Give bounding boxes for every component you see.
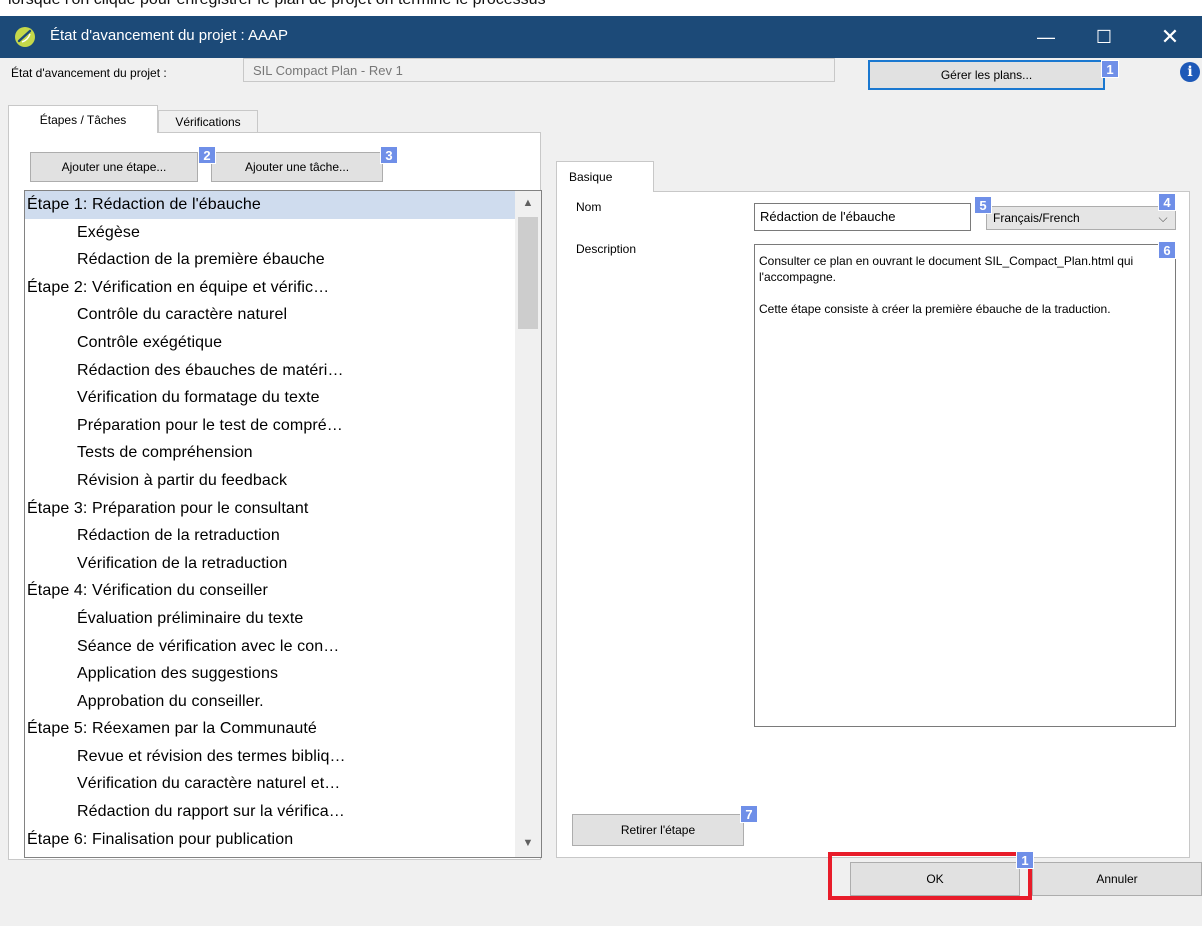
list-item-task[interactable]: Évaluation préliminaire du texte [25, 605, 515, 633]
add-task-button[interactable]: Ajouter une tâche... [211, 152, 383, 182]
step-badge-4: 4 [1158, 193, 1176, 211]
manage-plans-button[interactable]: Gérer les plans... [868, 60, 1105, 90]
list-item-task[interactable]: Révision à partir du feedback [25, 467, 515, 495]
info-icon[interactable]: i [1180, 62, 1200, 82]
list-item-task[interactable]: Contrôle du caractère naturel [25, 301, 515, 329]
remove-step-button[interactable]: Retirer l'étape [572, 814, 744, 846]
title-bar: État d'avancement du projet : AAAP — ☐ ✕ [0, 16, 1202, 58]
instruction-text-partial: lorsque l'on clique pour enregistrer le … [8, 0, 546, 9]
scroll-down-icon[interactable]: ▼ [515, 831, 541, 855]
list-item-step[interactable]: Étape 1: Rédaction de l'ébauche [25, 191, 515, 219]
list-item-task[interactable]: Vérification de la retraduction [25, 550, 515, 578]
tab-basic[interactable]: Basique [556, 161, 654, 192]
list-item-task[interactable]: Vérification du caractère naturel et… [25, 770, 515, 798]
description-label: Description [576, 242, 637, 256]
list-item-task[interactable]: Exégèse [25, 219, 515, 247]
step-badge-5: 5 [974, 196, 992, 214]
list-item-task[interactable]: Rédaction de la première ébauche [25, 246, 515, 274]
list-item-task[interactable]: Rédaction des ébauches de matéri… [25, 357, 515, 385]
list-item-step[interactable]: Étape 5: Réexamen par la Communauté [25, 715, 515, 743]
step-badge-6: 6 [1158, 241, 1176, 259]
list-item-task[interactable]: Rédaction de la retraduction [25, 522, 515, 550]
list-item-task[interactable]: Application des suggestions [25, 660, 515, 688]
app-logo-icon [14, 26, 36, 48]
steps-tasks-list[interactable]: Étape 1: Rédaction de l'ébauche Exégèse Ré… [24, 190, 542, 858]
minimize-button[interactable]: — [1018, 16, 1074, 58]
step-badge-1: 1 [1101, 60, 1119, 78]
list-item-step[interactable]: Étape 4: Vérification du conseiller [25, 577, 515, 605]
description-paragraph-1: Consulter ce plan en ouvrant le document… [759, 254, 1134, 284]
maximize-button[interactable]: ☐ [1076, 16, 1132, 58]
list-item-task[interactable]: Revue et révision des termes bibliq… [25, 743, 515, 771]
language-select[interactable]: Français/French [986, 206, 1176, 230]
scroll-up-icon[interactable]: ▲ [515, 191, 541, 215]
project-plan-field: SIL Compact Plan - Rev 1 [243, 58, 835, 82]
window-title: État d'avancement du projet : AAAP [50, 27, 289, 44]
step-badge-7: 7 [740, 805, 758, 823]
ok-highlight-box [828, 852, 1032, 900]
list-scrollbar[interactable]: ▲ ▼ [515, 191, 541, 857]
list-item-task[interactable]: Séance de vérification avec le con… [25, 633, 515, 661]
list-item-task[interactable]: Vérification du formatage du texte [25, 384, 515, 412]
list-item-task[interactable]: Rédaction du rapport sur la vérifica… [25, 798, 515, 826]
list-items-container: Étape 1: Rédaction de l'ébauche Exégèse Ré… [25, 191, 515, 857]
list-item-task[interactable]: Contrôle exégétique [25, 329, 515, 357]
add-step-button[interactable]: Ajouter une étape... [30, 152, 198, 182]
close-button[interactable]: ✕ [1142, 16, 1198, 58]
name-input[interactable]: Rédaction de l'ébauche [754, 203, 971, 231]
description-textarea[interactable]: Consulter ce plan en ouvrant le document… [754, 244, 1176, 727]
list-item-step[interactable]: Étape 3: Préparation pour le consultant [25, 495, 515, 523]
step-badge-1-bottom: 1 [1016, 851, 1034, 869]
name-label: Nom [576, 200, 602, 214]
list-item-task[interactable]: Approbation du conseiller. [25, 688, 515, 716]
description-paragraph-2: Cette étape consiste à créer la première… [759, 302, 1111, 316]
tab-steps-tasks[interactable]: Étapes / Tâches [8, 105, 158, 133]
tab-verifications[interactable]: Vérifications [158, 110, 258, 132]
project-progress-label: État d'avancement du projet : [11, 66, 167, 80]
step-badge-2: 2 [198, 146, 216, 164]
list-item-task[interactable]: Tests de compréhension [25, 439, 515, 467]
scroll-thumb[interactable] [518, 217, 538, 329]
list-item-task[interactable]: Préparation pour le test de compré… [25, 412, 515, 440]
cancel-button[interactable]: Annuler [1032, 862, 1202, 896]
step-badge-3: 3 [380, 146, 398, 164]
list-item-step[interactable]: Étape 2: Vérification en équipe et vérif… [25, 274, 515, 302]
list-item-step[interactable]: Étape 6: Finalisation pour publication [25, 826, 515, 854]
